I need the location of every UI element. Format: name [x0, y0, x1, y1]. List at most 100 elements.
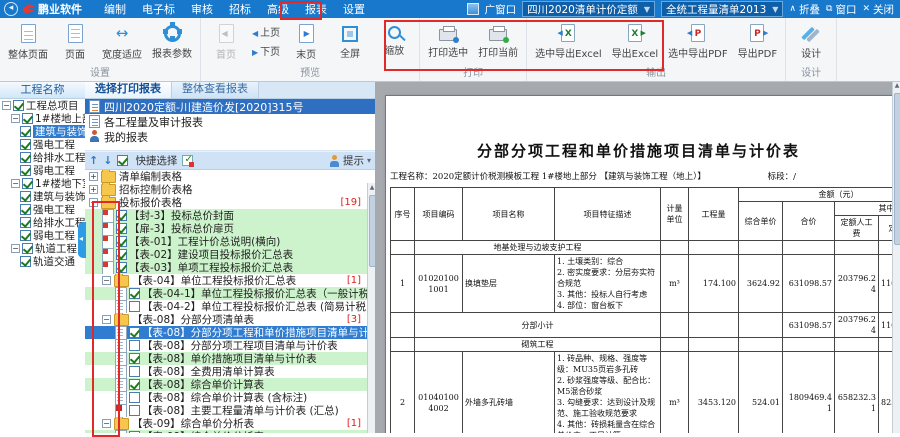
tab-选择打印报表[interactable]: 选择打印报表: [85, 81, 172, 98]
report-tree-folder[interactable]: −【表-09】综合单价分析表[1]: [85, 417, 375, 430]
menu-item-设置[interactable]: 设置: [335, 0, 373, 19]
menu-item-招标[interactable]: 招标: [221, 0, 259, 19]
menu-item-电子标[interactable]: 电子标: [134, 0, 183, 19]
ribbon-button-选中导出PDF[interactable]: 选中导出PDF: [663, 18, 732, 64]
panel-collapse-handle[interactable]: [78, 222, 86, 258]
ribbon-button-下页[interactable]: ▶下页: [252, 43, 280, 58]
project-tree-item[interactable]: 强电工程: [0, 203, 85, 216]
report-tree-row[interactable]: 【表-03】单项工程投标报价汇总表: [85, 261, 375, 274]
report-tree-folder[interactable]: −【表-04】单位工程投标报价汇总表[1]: [85, 274, 375, 287]
tree-checkbox[interactable]: [20, 139, 31, 150]
ribbon-button-上页[interactable]: ◀上页: [252, 24, 280, 39]
scrollbar-thumb[interactable]: [894, 93, 900, 245]
ribbon-button-报表参数[interactable]: 报表参数: [147, 18, 197, 64]
report-tree-folder[interactable]: +招标控制价表格: [85, 183, 375, 196]
ribbon-button-缩放[interactable]: 缩放: [372, 18, 416, 64]
report-checkbox[interactable]: [129, 340, 140, 351]
report-tree-row[interactable]: 【表-08】全费用清单计算表: [85, 365, 375, 378]
report-tree-folder[interactable]: +清单编制表格: [85, 170, 375, 183]
project-tree-item[interactable]: 轨道交通: [0, 255, 85, 268]
menu-item-审核[interactable]: 审核: [183, 0, 221, 19]
tree-toggle-icon[interactable]: −: [11, 244, 20, 253]
report-tree-row[interactable]: 【表-08】综合单价计算表: [85, 378, 375, 391]
report-tree-row[interactable]: 【封-3】投标总价封面: [85, 209, 375, 222]
menu-item-报表[interactable]: 报表: [297, 0, 335, 19]
report-checkbox[interactable]: [116, 210, 127, 221]
ribbon-button-整体页面[interactable]: 整体页面: [3, 18, 53, 64]
report-tree-row[interactable]: 【表-04-2】单位工程投标报价汇总表 (简易计税): [85, 300, 375, 313]
project-tree-item[interactable]: −1#楼地上部分: [0, 112, 85, 125]
project-tree-item[interactable]: −工程总项目: [0, 99, 85, 112]
ribbon-button-末页[interactable]: 末页: [284, 18, 328, 64]
report-checkbox[interactable]: [129, 353, 140, 364]
report-checkbox[interactable]: [129, 405, 140, 416]
report-checkbox[interactable]: [129, 392, 140, 403]
project-tree-item[interactable]: 建筑与装饰: [0, 125, 85, 138]
tree-toggle-icon[interactable]: −: [11, 179, 20, 188]
project-tree-item[interactable]: −1#楼地下室部分: [0, 177, 85, 190]
ribbon-button-全屏[interactable]: 全屏: [328, 18, 372, 64]
project-tree-item[interactable]: 给排水工程: [0, 151, 85, 164]
report-checkbox[interactable]: [129, 301, 140, 312]
project-tree-item[interactable]: 弱电工程: [0, 164, 85, 177]
menu-item-高级[interactable]: 高级: [259, 0, 297, 19]
project-tree-item[interactable]: 弱电工程: [0, 229, 85, 242]
tree-checkbox[interactable]: [20, 152, 31, 163]
report-tree-row[interactable]: 【扉-3】投标总价扉页: [85, 222, 375, 235]
report-checkbox[interactable]: [129, 366, 140, 377]
project-tree-item[interactable]: 强电工程: [0, 138, 85, 151]
collapse-button[interactable]: ∧折叠: [789, 2, 820, 17]
report-tree-row[interactable]: 【表-02】建设项目投标报价汇总表: [85, 248, 375, 261]
tree-checkbox[interactable]: [20, 256, 31, 267]
report-tree-folder[interactable]: −投标报价表格[19]: [85, 196, 375, 209]
ribbon-button-打印选中[interactable]: 打印选中: [423, 18, 473, 64]
report-tree-row[interactable]: 【表-01】工程计价总说明(横向): [85, 235, 375, 248]
report-checkbox[interactable]: [116, 223, 127, 234]
tab-整体查看报表[interactable]: 整体查看报表: [172, 81, 259, 98]
tree-checkbox[interactable]: [20, 204, 31, 215]
tree-checkbox[interactable]: [13, 100, 24, 111]
move-up-icon[interactable]: ↑: [89, 153, 98, 168]
tree-checkbox[interactable]: [20, 165, 31, 176]
report-checkbox[interactable]: [116, 236, 127, 247]
tree-toggle-icon[interactable]: −: [2, 101, 11, 110]
tree-checkbox[interactable]: [20, 217, 31, 228]
report-source-item[interactable]: 各工程量及审计报表: [85, 114, 375, 129]
report-checkbox[interactable]: [116, 249, 127, 260]
ribbon-button-设计[interactable]: 设计: [789, 18, 833, 64]
report-tree-row[interactable]: 【表-04-1】单位工程投标报价汇总表（一般计税）: [85, 287, 375, 300]
float-window-label[interactable]: 广窗口: [485, 2, 517, 17]
tree-checkbox[interactable]: [20, 191, 31, 202]
preview-scrollbar[interactable]: ▲: [892, 81, 900, 433]
quick-select-checkbox[interactable]: [117, 155, 128, 166]
back-icon[interactable]: ◂: [4, 2, 18, 16]
close-button[interactable]: ✕关闭: [862, 2, 894, 17]
tree-toggle-icon[interactable]: −: [102, 276, 111, 285]
report-checkbox[interactable]: [129, 327, 140, 338]
report-tree-row[interactable]: 【表-08】主要工程量清单与计价表 (汇总): [85, 404, 375, 417]
project-tree-item[interactable]: 给排水工程: [0, 216, 85, 229]
tree-toggle-icon[interactable]: +: [89, 185, 98, 194]
chevron-down-icon[interactable]: ▾: [367, 156, 371, 165]
ribbon-button-宽度适应[interactable]: 宽度适应: [97, 18, 147, 64]
report-tree-row[interactable]: 【表-08】分部分项工程和单价措施项目清单与计价表: [85, 326, 375, 339]
report-source-item[interactable]: 四川2020定额-川建造价发[2020]315号: [85, 99, 375, 114]
quota-standard-dropdown[interactable]: 四川2020清单计价定额 ▼: [522, 1, 655, 17]
report-checkbox[interactable]: [129, 379, 140, 390]
batch-check-icon[interactable]: [182, 155, 193, 166]
scroll-up-icon[interactable]: ▲: [893, 81, 900, 91]
report-source-item[interactable]: 我的报表: [85, 129, 375, 144]
ribbon-button-页面[interactable]: 页面: [53, 18, 97, 64]
tip-label[interactable]: 提示: [343, 153, 364, 168]
report-tree-row[interactable]: 【表-08】综合单价计算表 (含标注): [85, 391, 375, 404]
ribbon-button-选中导出Excel[interactable]: 选中导出Excel: [530, 18, 607, 64]
project-tree-item[interactable]: 建筑与装饰: [0, 190, 85, 203]
report-tree-row[interactable]: 【表-08】分部分项工程项目清单与计价表: [85, 339, 375, 352]
report-tree-row[interactable]: 【表-08】单价措施项目清单与计价表: [85, 352, 375, 365]
report-checkbox[interactable]: [116, 262, 127, 273]
tree-checkbox[interactable]: [22, 113, 33, 124]
report-checkbox[interactable]: [129, 288, 140, 299]
ribbon-button-导出PDF[interactable]: 导出PDF: [733, 18, 782, 64]
tree-toggle-icon[interactable]: −: [102, 315, 111, 324]
tree-toggle-icon[interactable]: −: [102, 419, 111, 428]
